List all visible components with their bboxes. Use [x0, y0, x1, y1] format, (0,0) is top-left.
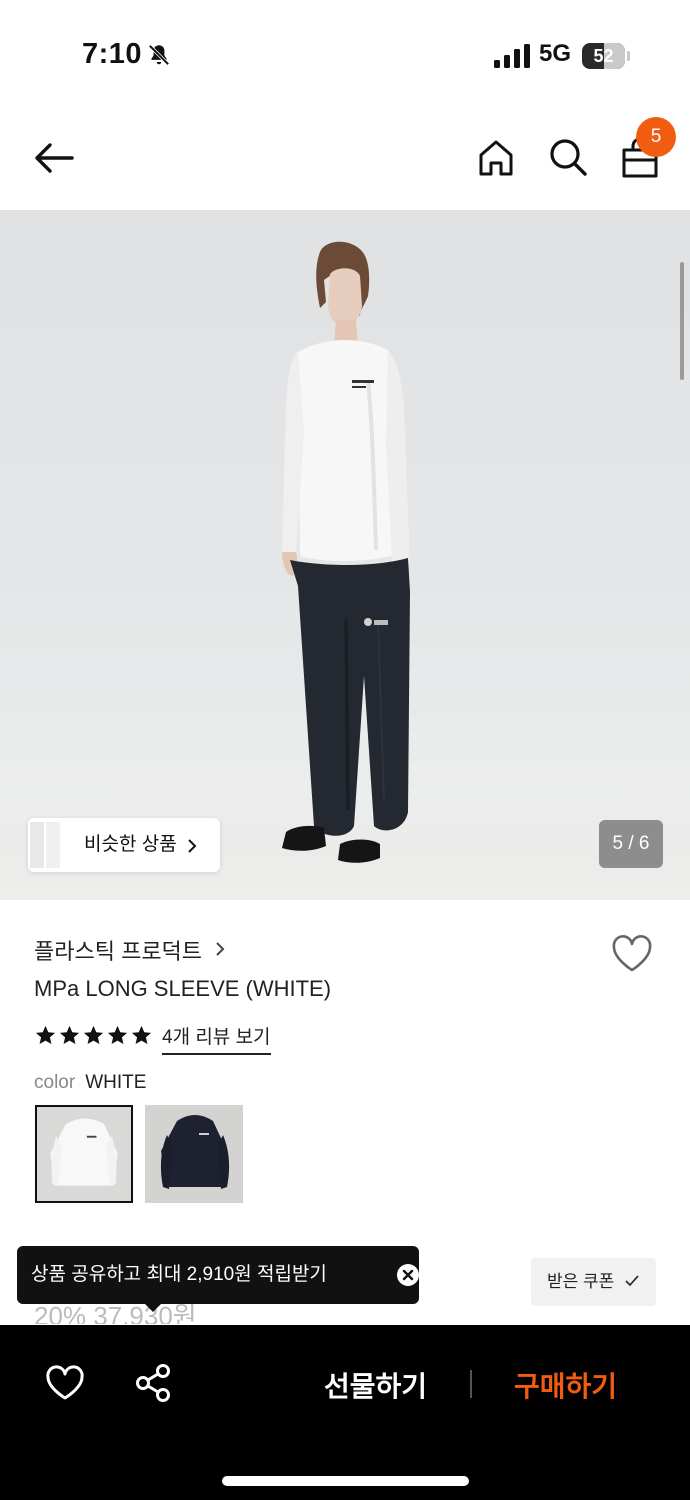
- star-icon: [107, 1025, 128, 1045]
- similar-products-label: 비슷한 상품: [84, 834, 177, 855]
- buy-button[interactable]: 구매하기: [514, 1365, 617, 1405]
- rating-stars: [34, 1024, 153, 1050]
- product-image-gallery[interactable]: 비슷한 상품 5 / 6: [0, 210, 690, 900]
- home-icon[interactable]: [476, 138, 516, 178]
- battery-icon: 52: [582, 43, 630, 69]
- product-name: MPa LONG SLEEVE (WHITE): [34, 976, 332, 1001]
- purchase-bar: 선물하기 구매하기: [0, 1325, 690, 1500]
- share-icon[interactable]: [134, 1363, 172, 1403]
- top-nav: 5: [0, 110, 690, 210]
- image-counter: 5 / 6: [599, 820, 663, 868]
- home-indicator[interactable]: [222, 1476, 469, 1486]
- brand-link[interactable]: 플라스틱 프로덕트: [34, 934, 202, 966]
- battery-percent: 52: [593, 46, 614, 66]
- color-swatch-white[interactable]: [35, 1105, 133, 1203]
- star-icon: [59, 1025, 80, 1045]
- review-link[interactable]: 4개 리뷰 보기: [162, 1022, 271, 1055]
- toast-text: 상품 공유하고 최대 2,910원 적립받기: [31, 1264, 327, 1285]
- gallery-scrollbar: [680, 262, 684, 380]
- check-icon: [625, 1275, 639, 1287]
- status-bar: 7:10 5G 52: [0, 0, 690, 110]
- white-shirt-thumbnail: [37, 1107, 131, 1201]
- star-icon: [83, 1025, 104, 1045]
- signal-icon: [494, 44, 530, 68]
- star-icon: [35, 1025, 56, 1045]
- color-key: color: [34, 1072, 76, 1093]
- search-icon[interactable]: [548, 137, 588, 177]
- color-selector-label: color WHITE: [34, 1072, 146, 1094]
- star-icon: [131, 1025, 152, 1045]
- network-type: 5G: [539, 40, 572, 67]
- product-photo: [282, 241, 410, 863]
- color-value: WHITE: [85, 1072, 147, 1093]
- chevron-right-icon[interactable]: [214, 940, 226, 958]
- button-divider: [470, 1370, 472, 1398]
- similar-products-button[interactable]: 비슷한 상품: [28, 818, 220, 872]
- coupon-label: 받은 쿠폰: [547, 1272, 615, 1291]
- similar-thumbnails: [28, 818, 64, 872]
- color-swatch-navy[interactable]: [145, 1105, 243, 1203]
- navy-shirt-thumbnail: [145, 1105, 243, 1203]
- close-icon[interactable]: [397, 1264, 419, 1286]
- back-arrow-icon[interactable]: [32, 140, 76, 176]
- share-reward-toast: 상품 공유하고 최대 2,910원 적립받기: [17, 1246, 419, 1312]
- bell-slash-icon: [148, 44, 170, 66]
- cart-count-badge: 5: [636, 117, 676, 157]
- chevron-right-icon: [188, 839, 197, 853]
- status-time: 7:10: [82, 38, 143, 70]
- coupon-button[interactable]: 받은 쿠폰: [531, 1258, 656, 1306]
- heart-icon[interactable]: [45, 1365, 85, 1401]
- gift-button[interactable]: 선물하기: [324, 1365, 427, 1405]
- wishlist-heart-icon[interactable]: [610, 934, 654, 974]
